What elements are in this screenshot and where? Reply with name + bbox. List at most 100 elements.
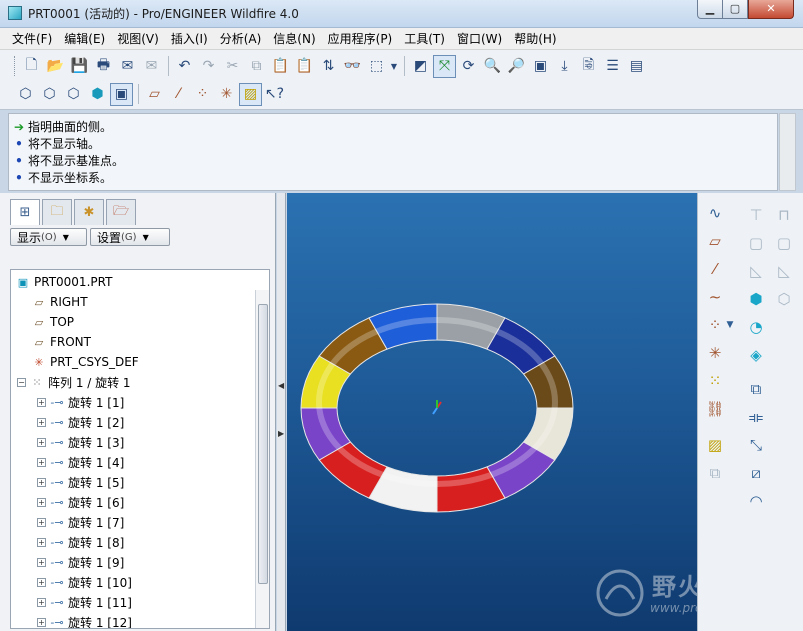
send-link-icon[interactable]: ✉ [140,55,163,78]
datum-curve-icon[interactable]: ∼ [702,285,728,309]
message-scrollbar[interactable] [779,113,796,191]
collapse-icon[interactable]: − [17,377,26,387]
hidden-line-icon[interactable]: ⬡ [38,83,61,106]
datum-axes-display-icon[interactable]: ⁄ [167,83,190,106]
insert-datum-icon[interactable]: ⛓ [702,397,728,421]
toolbar-grip[interactable] [14,56,17,76]
tree-item-feature[interactable]: + -⊸ 旋转 1 [10] [37,573,132,591]
print-icon[interactable]: 🖶 [92,55,115,78]
menu-tools[interactable]: 工具(T) [398,30,451,47]
tree-item-feature[interactable]: + -⊸ 旋转 1 [4] [37,453,124,471]
open-folder-icon[interactable]: 📂 [44,55,67,78]
regenerate-icon[interactable]: ⇅ [317,55,340,78]
menu-analysis[interactable]: 分析(A) [214,30,268,47]
zoom-in-icon[interactable]: 🔍 [481,55,504,78]
expand-icon[interactable]: + [37,537,46,547]
hole-icon[interactable]: ⊤ [743,203,769,227]
menu-applications[interactable]: 应用程序(P) [322,30,399,47]
chamfer-icon[interactable]: ◺ [771,259,797,283]
view-manager-icon[interactable]: ▤ [625,55,648,78]
tree-item-datum[interactable]: ▱ RIGHT [31,293,88,311]
tree-item-datum[interactable]: ▱ TOP [31,313,74,331]
datum-axis-icon[interactable]: ⁄ [702,257,728,281]
extrude-icon[interactable]: ⬢ [743,287,769,311]
menu-insert[interactable]: 插入(I) [165,30,214,47]
expand-icon[interactable]: + [37,597,46,607]
expand-icon[interactable]: + [37,577,46,587]
model-tree-tab[interactable]: ⊞ [10,199,40,225]
saved-views-icon[interactable]: 🗟 [577,55,600,78]
shell-icon[interactable]: ⊓ [771,203,797,227]
expand-icon[interactable]: + [37,477,46,487]
favorites-tab[interactable]: ✱ [74,199,104,225]
datum-csys-icon[interactable]: ✳ [702,341,728,365]
maximize-button[interactable]: ▢ [722,0,748,19]
refit-icon[interactable]: ▣ [529,55,552,78]
copy-icon[interactable]: ⧉ [245,55,268,78]
panel-splitter[interactable]: ◀ ▶ [277,193,286,631]
datum-plane-icon[interactable]: ▱ [702,229,728,253]
expand-icon[interactable]: + [37,397,46,407]
menu-edit[interactable]: 编辑(E) [58,30,111,47]
round-icon[interactable]: ◺ [743,259,769,283]
wireframe-icon[interactable]: ⬡ [14,83,37,106]
expand-icon[interactable]: + [37,437,46,447]
menu-help[interactable]: 帮助(H) [508,30,562,47]
annotation-display-icon[interactable]: ▨ [239,82,262,106]
csys-display-icon[interactable]: ✳ [215,83,238,106]
expand-icon[interactable]: + [37,557,46,567]
spin-center-icon[interactable]: ⤧ [433,54,456,78]
tree-item-pattern[interactable]: − ⁙ 阵列 1 / 旋转 1 [17,373,131,391]
connections-tab[interactable]: 🗁 [106,199,136,225]
expand-icon[interactable]: + [37,617,46,627]
send-mail-icon[interactable]: ✉ [116,55,139,78]
context-help-icon[interactable]: ↖? [263,83,286,106]
merge-icon[interactable]: ⧄ [743,461,769,485]
blend-icon[interactable]: ◈ [743,343,769,367]
tree-item-feature[interactable]: + -⊸ 旋转 1 [5] [37,473,124,491]
tree-item-feature[interactable]: + -⊸ 旋转 1 [2] [37,413,124,431]
new-file-icon[interactable]: 🗋 [20,55,43,78]
tree-item-feature[interactable]: + -⊸ 旋转 1 [7] [37,513,124,531]
tree-item-feature[interactable]: + -⊸ 旋转 1 [11] [37,593,132,611]
mirror-icon[interactable]: ⟚ [743,405,769,429]
undo-icon[interactable]: ↶ [173,55,196,78]
shading-icon[interactable]: ⬢ [86,83,109,106]
graphics-viewport[interactable]: 野火论坛 www.proewildfire.cn [287,193,772,631]
revolve-tool-icon[interactable]: ◔ [743,315,769,339]
repaint-icon[interactable]: ◩ [409,55,432,78]
menu-window[interactable]: 窗口(W) [451,30,508,47]
datum-point-dropdown-icon[interactable]: ▼ [724,313,736,337]
tree-item-feature[interactable]: + -⊸ 旋转 1 [8] [37,533,124,551]
selection-box-icon[interactable]: ⬚ [365,55,388,78]
analysis-feature-icon[interactable]: ⁙ [702,369,728,393]
tree-item-feature[interactable]: + -⊸ 旋转 1 [12] [37,613,132,628]
rib-icon[interactable]: ▢ [743,231,769,255]
expand-icon[interactable]: + [37,457,46,467]
tree-item-feature[interactable]: + -⊸ 旋转 1 [3] [37,433,124,451]
boundary-blend-icon[interactable]: ◠ [743,489,769,513]
shaded-active-icon[interactable]: ▣ [110,82,133,106]
expand-icon[interactable]: + [37,517,46,527]
no-hidden-icon[interactable]: ⬡ [62,83,85,106]
folder-browser-tab[interactable]: 🗀 [42,199,72,225]
tree-item-root[interactable]: ▣ PRT0001.PRT [15,273,113,291]
sketch-datum-curve-icon[interactable]: ∿ [702,201,728,225]
expand-icon[interactable]: + [37,417,46,427]
paste-special-icon[interactable]: 📋 [293,55,316,78]
tree-item-feature[interactable]: + -⊸ 旋转 1 [6] [37,493,124,511]
expand-right-icon[interactable]: ▶ [278,429,284,438]
settings-dropdown[interactable]: 设置 (G) ▼ [90,228,170,246]
tree-item-feature[interactable]: + -⊸ 旋转 1 [1] [37,393,124,411]
redo-icon[interactable]: ↷ [197,55,220,78]
tree-scrollbar[interactable] [255,290,269,628]
show-dropdown[interactable]: 显示 (O) ▼ [10,228,87,246]
menu-info[interactable]: 信息(N) [267,30,321,47]
trim-icon[interactable]: ⤡ [743,433,769,457]
draft-icon[interactable]: ▢ [771,231,797,255]
datum-points-display-icon[interactable]: ⁘ [191,83,214,106]
collapse-left-icon[interactable]: ◀ [278,381,284,390]
copy-feature-icon[interactable]: ⧉ [702,461,728,485]
paste-icon[interactable]: 📋 [269,55,292,78]
tree-item-feature[interactable]: + -⊸ 旋转 1 [9] [37,553,124,571]
